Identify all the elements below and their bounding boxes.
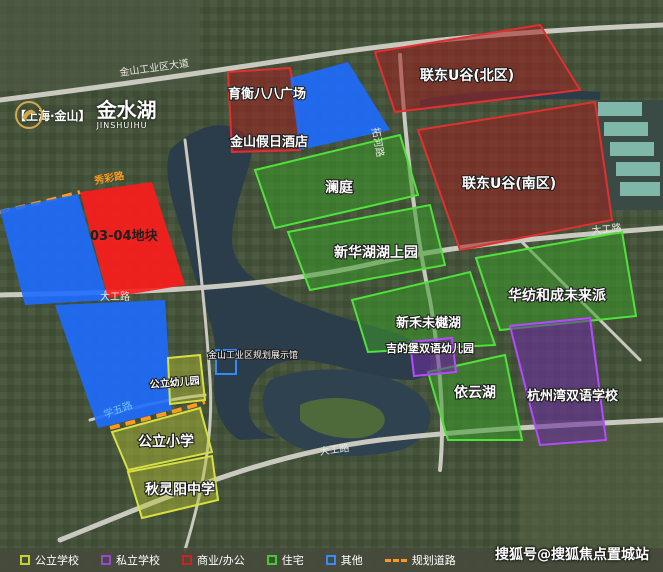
watermark: 搜狐号@搜狐焦点置城站 bbox=[495, 547, 649, 563]
label-exhibition-hall: 金山工业区规划展示馆 bbox=[208, 349, 298, 361]
brand-name: 金水湖 bbox=[96, 98, 157, 122]
legend-item-planned-road: 规划道路 bbox=[384, 552, 456, 568]
label-jinshan-holiday-hotel: 金山假日酒店 bbox=[229, 134, 308, 150]
label-liandong-u-south: 联东U谷(南区) bbox=[462, 175, 556, 192]
legend-item-commercial: 商业/办公 bbox=[182, 552, 245, 568]
legend-swatch-private-school bbox=[101, 555, 111, 565]
legend-label: 公立学校 bbox=[35, 554, 79, 567]
legend-swatch-residential bbox=[266, 555, 277, 565]
label-liandong-u-north: 联东U谷(北区) bbox=[420, 67, 514, 84]
brand-pinyin: JINSHUIHU bbox=[96, 121, 148, 130]
label-qiulin-middle: 秋灵阳中学 bbox=[145, 481, 215, 498]
label-lanting: 澜庭 bbox=[325, 179, 354, 196]
legend-label: 其他 bbox=[340, 554, 363, 567]
brand-logo-icon bbox=[15, 101, 43, 129]
road-label-dagong-upper: 大工路 bbox=[100, 290, 130, 303]
legend-item-public-school: 公立学校 bbox=[20, 552, 79, 568]
legend-item-other: 其他 bbox=[325, 552, 363, 568]
map-stage: 金山工业区大道 秀彩路 拓河路 大工路 大工路 大工路 学五路 育衡八八广场 金… bbox=[0, 0, 663, 572]
label-hangzhou-bilingual: 杭州湾双语学校 bbox=[527, 388, 619, 404]
label-xinhua-lake: 新华湖湖上园 bbox=[334, 244, 418, 261]
legend-swatch-planned-road bbox=[384, 558, 407, 562]
label-public-primary: 公立小学 bbox=[138, 433, 194, 450]
label-huafang-future: 华纺和成未来派 bbox=[508, 287, 607, 304]
label-yiyun-lake: 依云湖 bbox=[454, 384, 496, 401]
legend-label: 私立学校 bbox=[116, 554, 160, 567]
label-yuheng-plaza: 育衡八八广场 bbox=[228, 86, 306, 102]
legend-label: 住宅 bbox=[281, 554, 304, 567]
label-xinhe-lake: 新禾未樾湖 bbox=[396, 315, 461, 331]
legend-label: 规划道路 bbox=[411, 554, 456, 567]
legend-swatch-public-school bbox=[20, 555, 30, 565]
legend-item-residential: 住宅 bbox=[266, 552, 304, 568]
label-jide-kindergarten: 吉的堡双语幼儿园 bbox=[386, 341, 474, 355]
map-canvas: 金山工业区大道 秀彩路 拓河路 大工路 大工路 大工路 学五路 育衡八八广场 金… bbox=[0, 0, 663, 572]
legend-item-private-school: 私立学校 bbox=[101, 552, 160, 568]
brand-name-wrap: 金水湖 JINSHUIHU bbox=[97, 100, 157, 130]
legend-swatch-other bbox=[325, 555, 336, 565]
legend-swatch-commercial bbox=[182, 555, 192, 565]
legend-label: 商业/办公 bbox=[197, 554, 245, 567]
brand-header: 【上海·金山】 金水湖 JINSHUIHU bbox=[14, 100, 157, 130]
label-plot-0304: 03-04地块 bbox=[90, 228, 159, 244]
